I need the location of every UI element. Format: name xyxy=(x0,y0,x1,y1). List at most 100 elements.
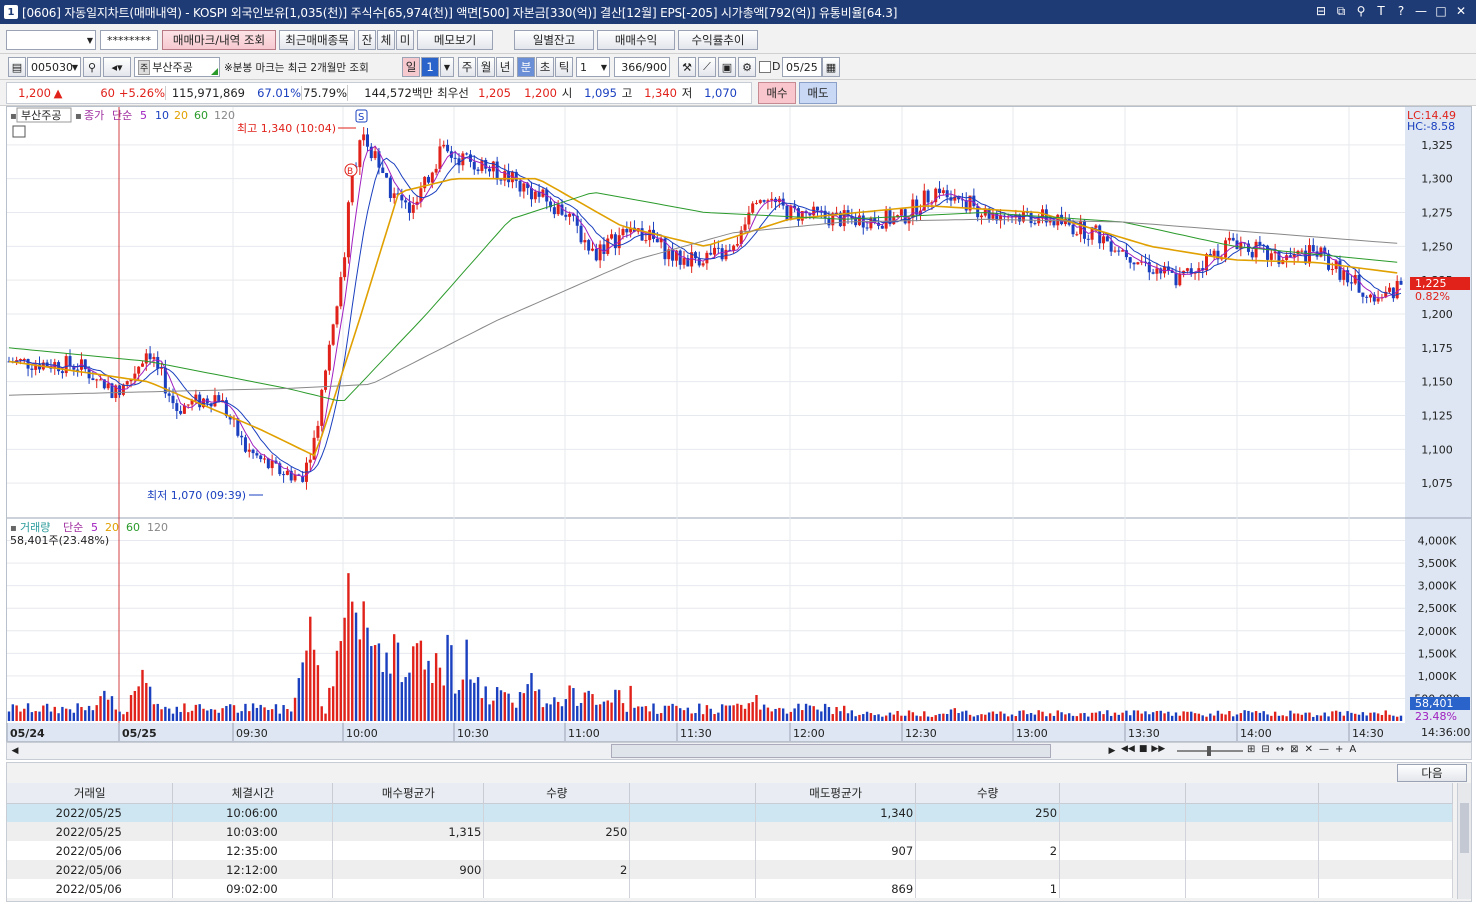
cell-empty xyxy=(1059,803,1187,822)
volume-legend-title[interactable]: 거래량 xyxy=(20,521,50,534)
unexecuted-button[interactable]: 미 xyxy=(396,30,414,50)
legend-title[interactable]: 부산주공 xyxy=(21,109,61,122)
search-icon[interactable]: ⚲ xyxy=(1354,3,1368,19)
tab-minute[interactable]: 분 xyxy=(517,57,535,77)
zoom-slider-handle[interactable] xyxy=(1207,746,1211,756)
grid-minus-icon[interactable]: ⊟ xyxy=(1261,744,1269,755)
search-icon[interactable]: ⚲ xyxy=(83,57,101,77)
legend-close[interactable]: 종가 xyxy=(84,109,104,122)
header-sell-qty[interactable]: 수량 xyxy=(915,783,1061,804)
password-field[interactable]: ******** xyxy=(100,30,158,50)
executed-button[interactable]: 체 xyxy=(377,30,395,50)
table-scroll-thumb[interactable] xyxy=(1460,803,1469,853)
close-icon[interactable]: ✕ xyxy=(1454,3,1468,19)
volume-bar xyxy=(34,711,37,721)
memo-view-button[interactable]: 메모보기 xyxy=(417,30,493,50)
return-trend-button[interactable]: 수익률추이 xyxy=(678,30,758,50)
tab-tick[interactable]: 틱 xyxy=(555,57,573,77)
zoom-out-icon[interactable]: — xyxy=(1319,744,1329,755)
minimize-icon[interactable]: — xyxy=(1414,3,1428,19)
scroll-right-icon[interactable]: ▶ xyxy=(1105,744,1119,758)
fit-icon[interactable]: ↔ xyxy=(1276,744,1284,755)
legend-ma60[interactable]: 60 xyxy=(194,109,208,122)
legend-simple[interactable]: 단순 xyxy=(112,109,132,122)
clear-icon[interactable]: ✕ xyxy=(1305,744,1313,755)
volume-legend-simple[interactable]: 단순 xyxy=(63,521,83,534)
grid-plus-icon[interactable]: ⊞ xyxy=(1247,744,1255,755)
day-count-value[interactable]: 1 xyxy=(421,57,439,77)
font-icon[interactable]: T xyxy=(1374,3,1388,19)
recent-trades-button[interactable]: 최근매매종목 xyxy=(279,30,355,50)
chart-panel[interactable]: 1,325 1,300 1,275 1,250 1,225 1,200 1,175 1,150… xyxy=(6,106,1472,742)
restore-layout-icon[interactable]: ⧉ xyxy=(1334,3,1348,19)
table-toggle-icon[interactable] xyxy=(12,125,26,138)
scroll-left-icon[interactable]: ◀ xyxy=(8,744,22,758)
bar-count-field[interactable]: 366/900 xyxy=(614,57,670,77)
window-title: [0606] 자동일지차트(매매내역) - KOSPI 외국인보유[1,035(… xyxy=(22,5,898,20)
fast-forward-icon[interactable]: ▶▶ xyxy=(1151,744,1165,754)
speaker-icon[interactable]: ◂▾ xyxy=(103,57,131,77)
layout-icon[interactable]: ⊟ xyxy=(1314,3,1328,19)
legend-ma20[interactable]: 20 xyxy=(174,109,188,122)
calendar-icon[interactable]: ▦ xyxy=(822,57,840,77)
table-header-row: 거래일 체결시간 매수평균가 수량 매도평균가 수량 xyxy=(7,783,1454,804)
font-size-icon[interactable]: A xyxy=(1349,744,1356,755)
chart-canvas[interactable]: 1,325 1,300 1,275 1,250 1,225 1,200 1,175 1,150… xyxy=(6,107,1471,741)
rewind-icon[interactable]: ◀◀ xyxy=(1121,744,1135,754)
stop-icon[interactable]: ■ xyxy=(1139,744,1148,754)
table-row[interactable]: 2022/05/25 10:03:00 1,315 250 xyxy=(7,822,1454,841)
tab-second[interactable]: 초 xyxy=(536,57,554,77)
tab-day[interactable]: 일 xyxy=(402,57,420,77)
volume-legend-ma120[interactable]: 120 xyxy=(147,521,168,534)
chevron-down-icon[interactable]: ▼ xyxy=(440,57,454,77)
header-buy-avg-price[interactable]: 매수평균가 xyxy=(332,783,485,804)
save-icon[interactable]: ▣ xyxy=(718,57,736,77)
volume-bar xyxy=(633,707,636,721)
volume-legend-ma20[interactable]: 20 xyxy=(105,521,119,534)
legend-ma10[interactable]: 10 xyxy=(155,109,169,122)
table-row[interactable]: 2022/05/06 12:12:00 900 2 xyxy=(7,860,1454,879)
tab-month[interactable]: 월 xyxy=(477,57,495,77)
chart-scrollbar[interactable]: ◀ ▶ ◀◀ ■ ▶▶ ⊞ ⊟ ↔ ⊠ ✕ — + A xyxy=(6,742,1472,760)
account-select[interactable]: ▼ xyxy=(6,30,96,50)
buy-button[interactable]: 매수 xyxy=(758,82,796,104)
trade-profit-button[interactable]: 매매수익 xyxy=(597,30,675,50)
volume-legend-ma60[interactable]: 60 xyxy=(126,521,140,534)
trade-mark-query-button[interactable]: 매매마크/내역 조회 xyxy=(162,30,276,50)
gear-icon[interactable]: ⚙ xyxy=(738,57,756,77)
table-row[interactable]: 2022/05/06 12:35:00 907 2 xyxy=(7,841,1454,860)
line-tool-icon[interactable]: ⟋ xyxy=(698,57,716,77)
date-input[interactable]: 05/25 xyxy=(782,57,822,77)
scroll-thumb[interactable] xyxy=(611,744,1051,758)
date-checkbox[interactable] xyxy=(759,61,771,73)
header-trade-date[interactable]: 거래일 xyxy=(7,783,174,804)
legend-ma120[interactable]: 120 xyxy=(214,109,235,122)
zoom-in-icon[interactable]: + xyxy=(1335,744,1343,755)
help-icon[interactable]: ? xyxy=(1394,3,1408,19)
next-button[interactable]: 다음 xyxy=(1397,764,1467,782)
candle-body xyxy=(655,238,659,243)
legend-ma5[interactable]: 5 xyxy=(140,109,147,122)
stock-name-field[interactable]: 주 부산주공 xyxy=(134,57,220,77)
table-row[interactable]: 2022/05/25 10:06:00 1,340 250 xyxy=(7,803,1454,822)
volume-legend-ma5[interactable]: 5 xyxy=(91,521,98,534)
candle-body xyxy=(644,240,648,242)
stock-list-icon[interactable]: ▤ xyxy=(8,57,26,77)
sell-button[interactable]: 매도 xyxy=(799,82,837,104)
box-zoom-icon[interactable]: ⊠ xyxy=(1290,744,1298,755)
table-scrollbar[interactable] xyxy=(1457,783,1471,899)
header-buy-qty[interactable]: 수량 xyxy=(483,783,631,804)
daily-balance-button[interactable]: 일별잔고 xyxy=(514,30,594,50)
balance-button[interactable]: 잔 xyxy=(358,30,376,50)
candle-body xyxy=(621,228,625,236)
table-row[interactable]: 2022/05/06 09:02:00 869 1 xyxy=(7,879,1454,898)
tab-week[interactable]: 주 xyxy=(458,57,476,77)
maximize-icon[interactable]: □ xyxy=(1434,3,1448,19)
tab-year[interactable]: 년 xyxy=(496,57,514,77)
interval-select[interactable]: 1 ▼ xyxy=(576,57,610,77)
header-sell-avg-price[interactable]: 매도평균가 xyxy=(755,783,917,804)
stock-code-input[interactable]: 005030 ▼ xyxy=(27,57,81,77)
header-exec-time[interactable]: 체결시간 xyxy=(172,783,334,804)
volume-bar xyxy=(480,698,484,721)
indicator-icon[interactable]: ⚒ xyxy=(678,57,696,77)
